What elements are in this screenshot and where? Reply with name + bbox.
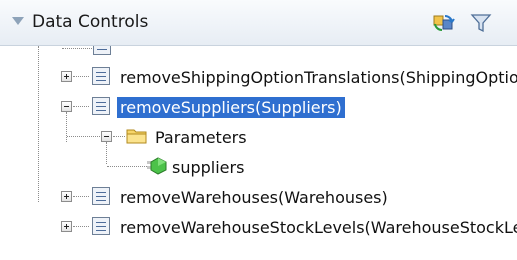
filter-icon[interactable]	[470, 12, 492, 34]
tree-row-remove-warehouses[interactable]: removeWarehouses(Warehouses)	[0, 182, 517, 212]
tree-guide-line	[73, 106, 89, 108]
tree-guide-line	[113, 136, 125, 138]
tree-item-label: removeWarehouses(Warehouses)	[120, 188, 388, 207]
tree-item-label: removeShippingOptionTranslations(Shippin…	[120, 68, 517, 87]
tree-row-remove-suppliers[interactable]: removeSuppliers(Suppliers)	[0, 92, 517, 122]
refresh-icon[interactable]	[433, 13, 455, 33]
tree-row-remove-shipping-option-translations[interactable]: removeShippingOptionTranslations(Shippin…	[0, 62, 517, 92]
tree-guide-line	[73, 196, 89, 198]
panel-header: Data Controls	[0, 0, 517, 46]
tree-item-label-selected: removeSuppliers(Suppliers)	[117, 97, 345, 118]
expand-icon[interactable]	[61, 71, 72, 82]
method-icon	[92, 217, 110, 235]
tree-item-label: removeWarehouseStockLevels(WarehouseStoc…	[120, 218, 517, 237]
tree-guide-line	[107, 166, 147, 168]
expand-icon[interactable]	[61, 221, 72, 232]
method-icon	[92, 67, 110, 85]
collapse-icon[interactable]	[101, 131, 112, 142]
panel-title: Data Controls	[32, 12, 149, 32]
tree-guide-line	[62, 48, 92, 50]
folder-icon	[126, 129, 147, 144]
collapse-icon[interactable]	[61, 101, 72, 112]
tree-row-remove-warehouse-stock-levels[interactable]: removeWarehouseStockLevels(WarehouseStoc…	[0, 212, 517, 242]
tree-item-label: Parameters	[155, 128, 247, 147]
bean-icon	[147, 157, 167, 175]
method-icon	[92, 187, 110, 205]
tree-guide-line	[67, 136, 100, 138]
tree-guide-line	[73, 76, 89, 78]
collapse-triangle-icon[interactable]	[12, 17, 24, 25]
method-icon	[93, 46, 111, 55]
tree-guide-line	[73, 226, 89, 228]
tree-item-label: suppliers	[172, 158, 245, 177]
tree-row-suppliers[interactable]: suppliers	[0, 152, 517, 182]
method-icon	[92, 97, 110, 115]
tree-row-parameters[interactable]: Parameters	[0, 122, 517, 152]
expand-icon[interactable]	[61, 191, 72, 202]
data-controls-tree: removeShippingOptionTranslations(Shippin…	[0, 46, 517, 260]
